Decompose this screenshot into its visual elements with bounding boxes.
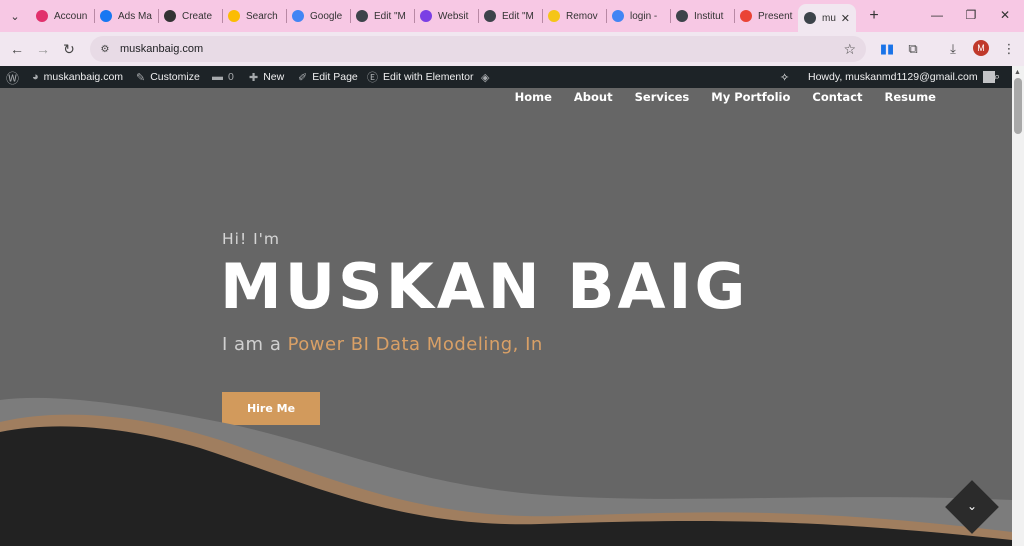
diamond-icon[interactable]: ◈ [481, 66, 494, 88]
remove-bg-icon [548, 10, 560, 22]
decorative-waves [0, 397, 1012, 546]
admin-search-icon[interactable]: ⌕ [994, 66, 1005, 88]
nav-home[interactable]: Home [515, 90, 552, 104]
scroll-up-arrow-icon[interactable]: ▲ [1014, 69, 1021, 76]
download-icon[interactable]: ⤓ [942, 38, 964, 60]
nav-contact[interactable]: Contact [812, 90, 862, 104]
page-scrollbar[interactable]: ▲ [1012, 66, 1024, 546]
hero-name: MUSKAN BAIG [220, 250, 749, 323]
pencil-icon: ✐ [298, 71, 308, 84]
browser-tab[interactable]: Accoun [30, 4, 94, 28]
nav-resume[interactable]: Resume [885, 90, 936, 104]
wordpress-icon [484, 10, 496, 22]
admin-edit-page[interactable]: ✐ Edit Page [298, 66, 358, 88]
back-icon[interactable]: ← [6, 38, 28, 60]
url-text[interactable]: muskanbaig.com [120, 43, 203, 55]
extensions-puzzle-icon[interactable]: ⧉ [902, 38, 924, 60]
bookmark-star-icon[interactable]: ☆ [843, 41, 856, 58]
browser-tab[interactable]: Edit "M [478, 4, 542, 28]
admin-edit-elementor[interactable]: Ⓔ Edit with Elementor [367, 66, 473, 88]
wave-dark [0, 426, 1012, 546]
website-hero: Home About Services My Portfolio Contact… [0, 88, 1012, 546]
browser-tab[interactable]: Present [734, 4, 798, 28]
meta-icon [100, 10, 112, 22]
browser-tab[interactable]: Ads Ma [94, 4, 158, 28]
browser-tab[interactable]: Search [222, 4, 286, 28]
gemini-icon [292, 10, 304, 22]
admin-new[interactable]: ✚ New [249, 66, 284, 88]
reload-icon[interactable]: ↻ [58, 38, 80, 60]
minimize-icon[interactable]: — [920, 4, 954, 26]
scroll-thumb[interactable] [1014, 78, 1022, 134]
instagram-icon [36, 10, 48, 22]
nav-about[interactable]: About [574, 90, 613, 104]
browser-tab-strip: ⌄ Accoun Ads Ma Create Search Google Edi… [0, 0, 1024, 32]
comment-icon: ▬ [212, 71, 223, 83]
site-nav: Home About Services My Portfolio Contact… [515, 90, 936, 104]
dashboard-icon: ◕ [32, 71, 39, 83]
wordpress-icon [356, 10, 368, 22]
elementor-icon: Ⓔ [367, 72, 378, 84]
brush-icon: ✎ [136, 71, 146, 84]
plus-icon: ✚ [249, 71, 259, 84]
wordpress-logo-icon[interactable]: Ⓦ [6, 66, 24, 88]
user-avatar [982, 71, 995, 83]
new-tab-button[interactable]: + [863, 5, 885, 27]
globe-icon [676, 10, 688, 22]
admin-howdy[interactable]: Howdy, muskanmd1129@gmail.com [808, 66, 995, 88]
browser-tab[interactable]: Google [286, 4, 350, 28]
gmail-icon [740, 10, 752, 22]
close-window-icon[interactable]: ✕ [988, 4, 1022, 26]
browser-tab[interactable]: Institut [670, 4, 734, 28]
globe-icon [804, 12, 816, 24]
hero-role: I am a Power BI Data Modeling, In [222, 334, 543, 355]
browser-tab[interactable]: Websit [414, 4, 478, 28]
chevron-down-icon: ⌄ [966, 499, 978, 513]
browser-tab[interactable]: Remov [542, 4, 606, 28]
browser-tab[interactable]: Create [158, 4, 222, 28]
ai-sparkle-icon[interactable]: ✧ [780, 66, 794, 88]
forward-icon[interactable]: → [32, 38, 54, 60]
nav-services[interactable]: Services [635, 90, 690, 104]
browser-tab[interactable]: login - [606, 4, 670, 28]
browser-tab-active[interactable]: mu ✕ [798, 4, 856, 32]
close-tab-icon[interactable]: ✕ [841, 12, 850, 25]
hero-role-highlight: Power BI Data Modeling, In [287, 334, 543, 355]
hero-greeting: Hi! I'm [222, 230, 281, 248]
hero-role-prefix: I am a [222, 334, 288, 355]
admin-customize[interactable]: ✎ Customize [136, 66, 200, 88]
profile-avatar[interactable]: M [973, 40, 989, 56]
nav-my-portfolio[interactable]: My Portfolio [711, 90, 790, 104]
restore-icon[interactable]: ❐ [954, 4, 988, 26]
google-ads-icon [228, 10, 240, 22]
website-icon [420, 10, 432, 22]
admin-site-name[interactable]: ◕ muskanbaig.com [32, 66, 123, 88]
openai-icon [164, 10, 176, 22]
browser-menu-icon[interactable]: ⋮ [998, 38, 1020, 60]
browser-toolbar: ← → ↻ ⚙ muskanbaig.com ☆ ▮▮ ⧉ ⤓ ⋮ [0, 32, 1024, 66]
wp-admin-bar: Ⓦ ◕ muskanbaig.com ✎ Customize ▬ 0 ✚ New ✐ Ed… [0, 66, 1012, 88]
site-info-icon[interactable]: ⚙ [98, 42, 112, 56]
admin-comments[interactable]: ▬ 0 [212, 66, 234, 88]
browser-tab[interactable]: Edit "M [350, 4, 414, 28]
tab-search-chevron-icon[interactable]: ⌄ [4, 5, 26, 27]
analytics-extension-icon[interactable]: ▮▮ [876, 38, 898, 60]
google-icon [612, 10, 624, 22]
address-bar[interactable]: ⚙ muskanbaig.com ☆ [90, 36, 866, 62]
